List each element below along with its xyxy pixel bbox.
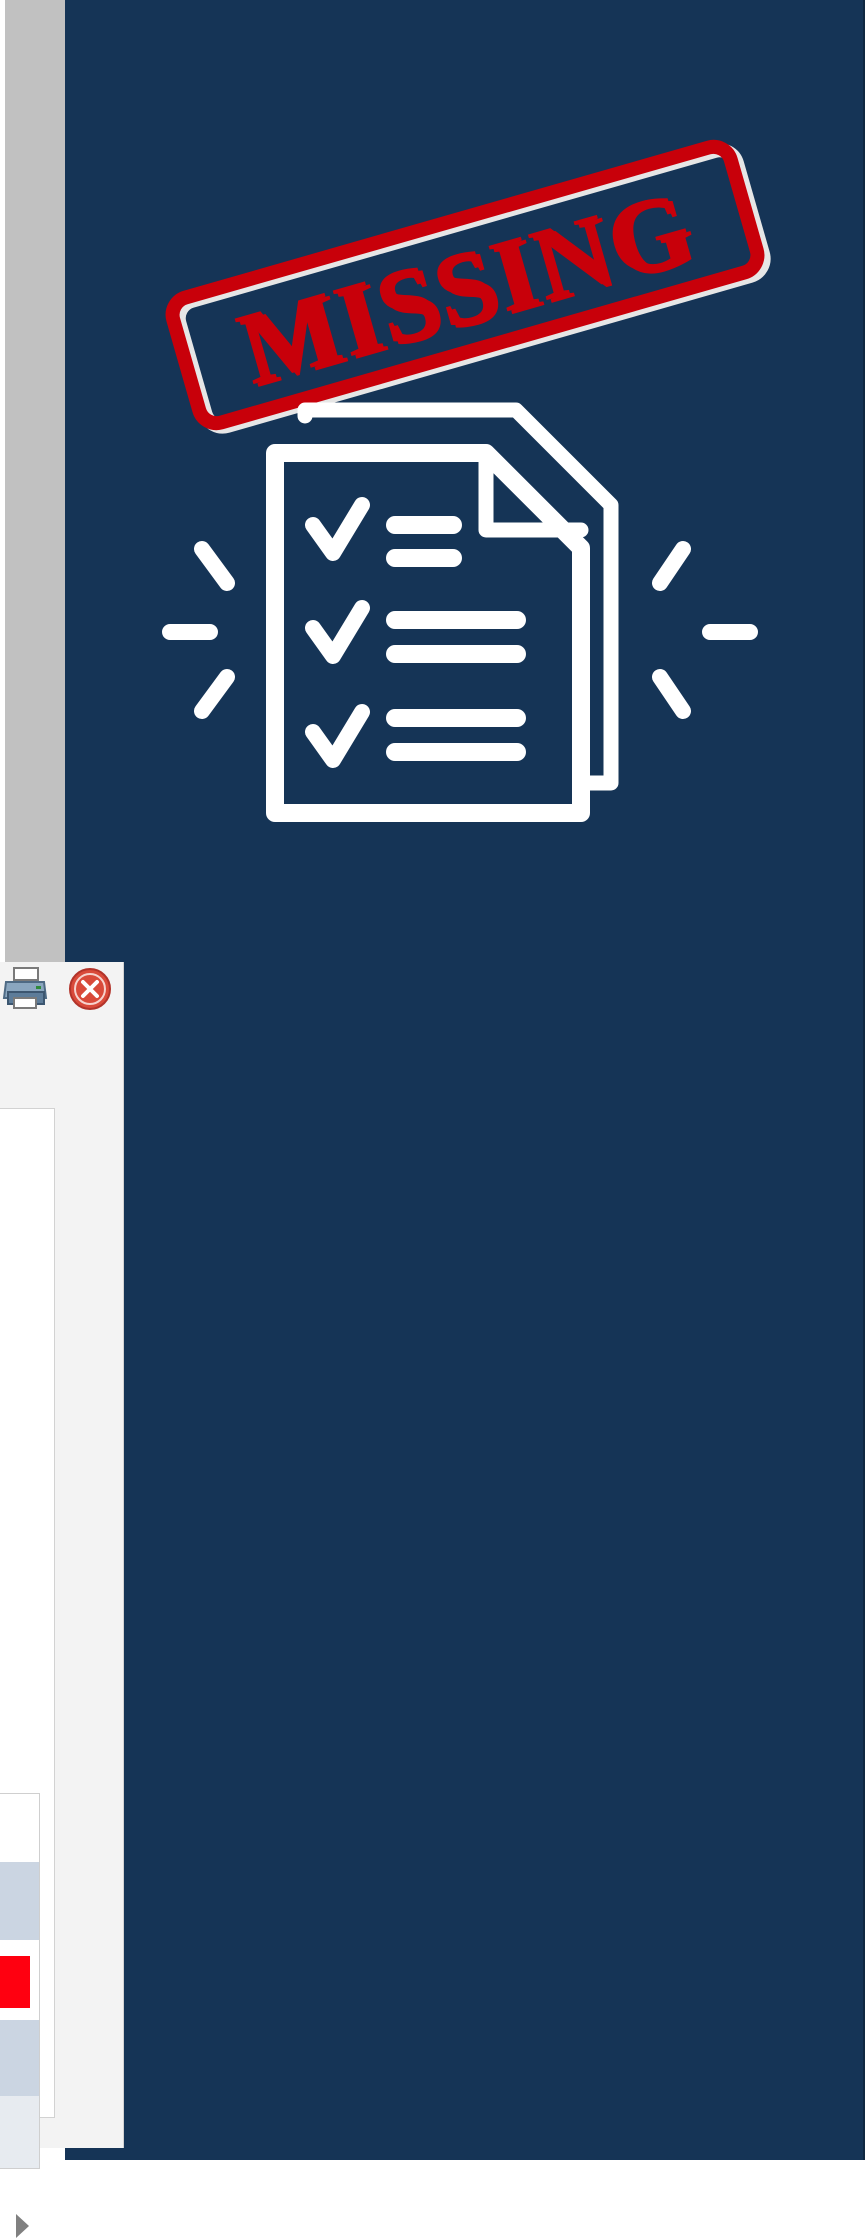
- check-3: [305, 704, 370, 768]
- list-lines: [386, 516, 526, 761]
- check-2: [305, 600, 370, 664]
- missing-document-illustration: MISSING MISSING: [162, 139, 771, 822]
- printer-icon[interactable]: [0, 966, 48, 1010]
- table-row[interactable]: [0, 2096, 39, 2168]
- check-1: [305, 497, 370, 561]
- table-row[interactable]: [0, 1940, 39, 2020]
- content-panel: [0, 1108, 55, 2238]
- burst-lines-left: [162, 541, 235, 719]
- table-row[interactable]: [0, 2020, 39, 2096]
- checklist-document-icon: [162, 402, 758, 822]
- grid-header-row: [0, 1794, 39, 1862]
- scroll-right-arrow-icon[interactable]: [16, 2214, 29, 2238]
- left-gray-strip: [5, 0, 65, 962]
- report-dialog: [0, 962, 124, 2238]
- missing-stamp: MISSING MISSING: [165, 139, 771, 434]
- flagged-cell: [0, 1956, 30, 2008]
- data-grid[interactable]: [0, 1793, 40, 2169]
- burst-lines-right: [652, 541, 758, 719]
- close-icon[interactable]: [68, 967, 112, 1011]
- table-row[interactable]: [0, 1862, 39, 1940]
- missing-stamp-text: MISSING: [226, 168, 704, 407]
